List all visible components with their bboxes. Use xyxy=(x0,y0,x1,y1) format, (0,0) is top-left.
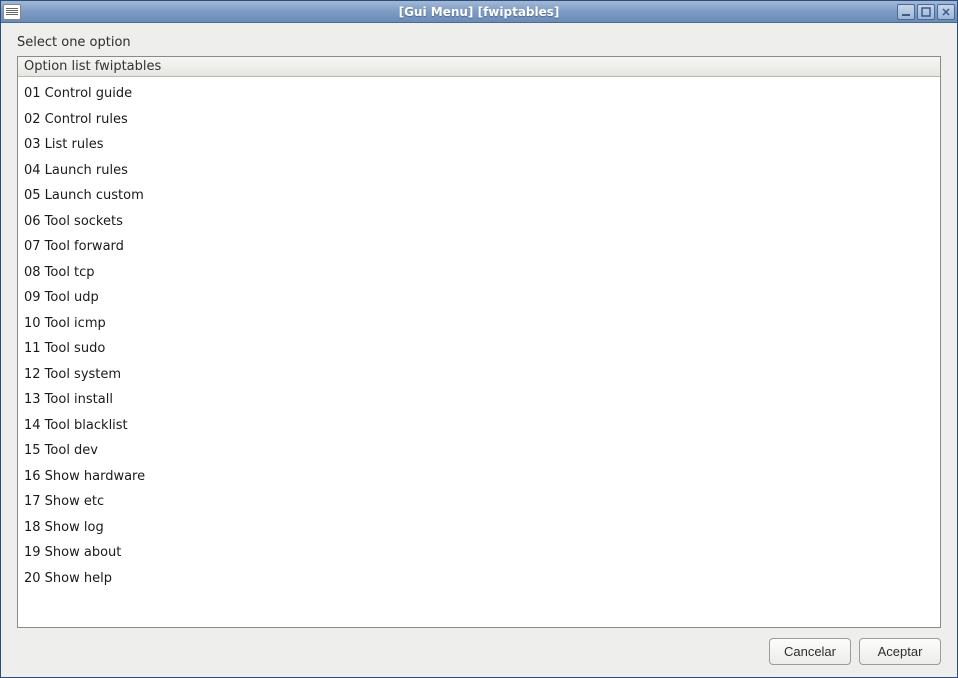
list-item[interactable]: 17 Show etc xyxy=(18,489,940,515)
dialog-content: Select one option Option list fwiptables… xyxy=(1,23,957,677)
list-item[interactable]: 09 Tool udp xyxy=(18,285,940,311)
list-item[interactable]: 04 Launch rules xyxy=(18,158,940,184)
list-item[interactable]: 11 Tool sudo xyxy=(18,336,940,362)
button-row: Cancelar Aceptar xyxy=(17,628,941,665)
maximize-icon xyxy=(921,7,931,17)
list-item[interactable]: 20 Show help xyxy=(18,566,940,592)
list-item[interactable]: 02 Control rules xyxy=(18,107,940,133)
cancel-button[interactable]: Cancelar xyxy=(769,638,851,665)
window-controls xyxy=(897,4,955,20)
list-item[interactable]: 18 Show log xyxy=(18,515,940,541)
minimize-icon xyxy=(901,7,911,17)
minimize-button[interactable] xyxy=(897,4,915,20)
titlebar[interactable]: [Gui Menu] [fwiptables] xyxy=(1,1,957,23)
list-item[interactable]: 13 Tool install xyxy=(18,387,940,413)
list-item[interactable]: 19 Show about xyxy=(18,540,940,566)
list-item[interactable]: 12 Tool system xyxy=(18,362,940,388)
window-menu-icon[interactable] xyxy=(3,4,21,20)
list-item[interactable]: 07 Tool forward xyxy=(18,234,940,260)
app-window: [Gui Menu] [fwiptables] Select one optio… xyxy=(0,0,958,678)
list-item[interactable]: 14 Tool blacklist xyxy=(18,413,940,439)
option-listbox[interactable]: Option list fwiptables 01 Control guide … xyxy=(17,56,941,628)
list-item[interactable]: 05 Launch custom xyxy=(18,183,940,209)
accept-button[interactable]: Aceptar xyxy=(859,638,941,665)
close-button[interactable] xyxy=(937,4,955,20)
window-title: [Gui Menu] [fwiptables] xyxy=(399,5,560,19)
list-body: 01 Control guide 02 Control rules 03 Lis… xyxy=(18,77,940,627)
list-item[interactable]: 10 Tool icmp xyxy=(18,311,940,337)
prompt-label: Select one option xyxy=(17,35,941,50)
list-item[interactable]: 08 Tool tcp xyxy=(18,260,940,286)
list-item[interactable]: 01 Control guide xyxy=(18,81,940,107)
maximize-button[interactable] xyxy=(917,4,935,20)
list-item[interactable]: 15 Tool dev xyxy=(18,438,940,464)
list-item[interactable]: 16 Show hardware xyxy=(18,464,940,490)
list-item[interactable]: 06 Tool sockets xyxy=(18,209,940,235)
close-icon xyxy=(941,7,951,17)
list-item[interactable]: 03 List rules xyxy=(18,132,940,158)
list-header[interactable]: Option list fwiptables xyxy=(18,57,940,77)
